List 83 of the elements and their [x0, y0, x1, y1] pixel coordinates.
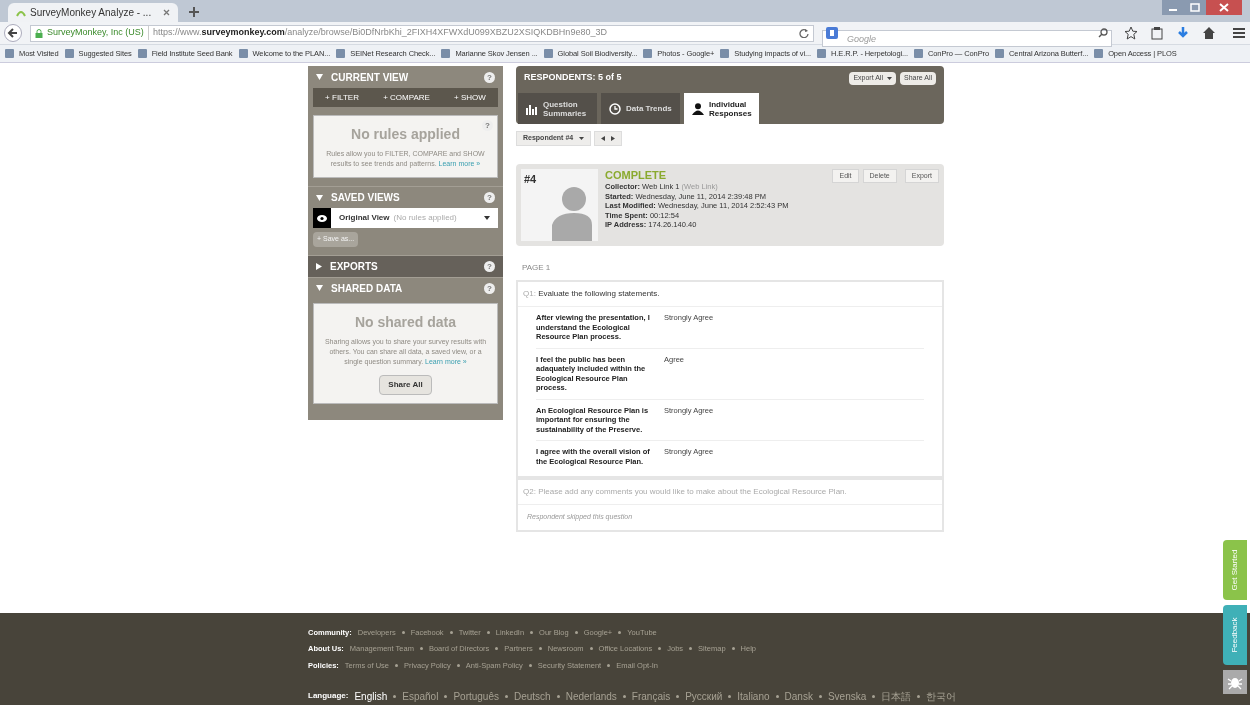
reload-icon[interactable]: [799, 28, 809, 38]
back-icon[interactable]: [4, 24, 22, 42]
view-tab[interactable]: Question Summaries: [518, 93, 597, 124]
search-engine-icon: [826, 26, 838, 39]
help-icon[interactable]: ?: [482, 120, 493, 131]
language-link[interactable]: 한국어: [926, 688, 957, 704]
bookmark-icon: [542, 48, 554, 59]
panel-title: RESPONDENTS: 5 of 5: [524, 71, 623, 85]
section-header[interactable]: EXPORTS ?: [308, 254, 503, 277]
download-icon[interactable]: [1176, 26, 1190, 40]
star-icon[interactable]: [1124, 26, 1138, 40]
bookmark-icon: [994, 48, 1005, 59]
empty-title: No rules applied: [351, 125, 460, 144]
language-link[interactable]: Dansk: [784, 688, 813, 704]
bookmark-icon: [4, 48, 15, 59]
question-title: Q2: Please add any comments you would like to make about the Ecological Resource Plan.: [518, 480, 942, 505]
previous-icon[interactable]: [601, 136, 606, 141]
view-dropdown[interactable]: Original View (No rules applied): [313, 208, 498, 228]
footer-label: Language:: [308, 690, 349, 703]
page-label: PAGE 1: [521, 262, 552, 274]
question-title: Q1: Evaluate the following statements.: [518, 282, 942, 307]
expanded-icon[interactable]: [316, 285, 323, 291]
language-link[interactable]: Deutsch: [514, 688, 551, 704]
search-field[interactable]: Google: [822, 30, 1112, 47]
view-tab[interactable]: Data Trends: [601, 93, 680, 124]
status-text: COMPLETE: [605, 169, 668, 182]
language-link[interactable]: Italiano: [737, 688, 770, 704]
lock-icon: [35, 28, 43, 38]
bookmark-icon: [719, 48, 731, 59]
bookmark-icon: [237, 48, 249, 59]
language-link[interactable]: Français: [631, 688, 671, 704]
side-tab[interactable]: Feedback: [1223, 605, 1247, 665]
help-icon[interactable]: ?: [484, 260, 495, 272]
help-icon[interactable]: ?: [484, 282, 495, 294]
eye-icon: [317, 214, 327, 222]
action-link[interactable]: + COMPARE: [383, 91, 430, 104]
bookmark-icon: [913, 48, 924, 59]
language-link[interactable]: Svenska: [827, 688, 867, 704]
bookmark-icon: [1093, 48, 1105, 59]
side-tab[interactable]: Get Started: [1223, 540, 1247, 600]
home-icon[interactable]: [1202, 26, 1216, 40]
help-icon[interactable]: ?: [484, 71, 495, 83]
share-all-button[interactable]: Share All: [379, 374, 432, 395]
bar-chart-icon: [526, 102, 538, 115]
language-link[interactable]: English: [354, 688, 388, 704]
next-icon[interactable]: [611, 136, 616, 141]
menu-icon[interactable]: [1232, 26, 1246, 40]
logo-icon: [16, 8, 26, 17]
site-identity: SurveyMonkey, Inc (US): [47, 26, 144, 40]
language-link[interactable]: Nederlands: [565, 688, 617, 704]
expanded-icon[interactable]: [316, 194, 323, 201]
view-tab[interactable]: Individual Responses: [684, 93, 759, 124]
action-link[interactable]: + FILTER: [325, 91, 359, 104]
bookmark-icon: [63, 48, 75, 59]
bookmark-icon: [335, 48, 347, 59]
language-link[interactable]: Português: [453, 688, 499, 704]
clock-icon: [609, 102, 621, 115]
action-link[interactable]: + SHOW: [454, 91, 486, 104]
url-text: https://www.surveymonkey.com/analyze/browse/Bi0DfNrbKhi_2FIXH4XFWXdU099XBZU2XSIQKDBHn9e80_3D: [147, 26, 795, 40]
language-link[interactable]: 日本語: [881, 688, 912, 704]
address-bar[interactable]: SurveyMonkey, Inc (US) https://www.surveymonkey.com/analyze/browse/Bi0DfNrbKhi_2FIXH4XFWXdU099XBZU2XSIQKDBHn9e80_3D: [30, 24, 814, 42]
person-icon: [692, 102, 704, 115]
bookmark-icon: [642, 48, 654, 59]
bookmark-icon: [136, 48, 148, 59]
bookmark-icon: [816, 48, 827, 59]
caret-icon: [579, 137, 585, 140]
close-icon[interactable]: [1206, 0, 1242, 15]
view-note: (No rules applied): [393, 212, 458, 224]
empty-title: No shared data: [354, 312, 457, 332]
language-link[interactable]: Español: [402, 688, 439, 704]
browser-tab[interactable]: SurveyMonkey Analyze - ...: [8, 3, 179, 22]
expanded-icon[interactable]: [316, 74, 323, 80]
collapsed-icon[interactable]: [316, 262, 322, 270]
help-icon[interactable]: ?: [484, 192, 495, 203]
close-icon[interactable]: [163, 9, 171, 16]
search-icon[interactable]: [1098, 27, 1108, 38]
language-link[interactable]: Русский: [685, 688, 723, 704]
caret-icon: [886, 76, 892, 80]
bookmark-icon: [440, 48, 452, 59]
caret-icon: [484, 216, 490, 220]
minimize-icon[interactable]: [1162, 0, 1184, 15]
respondent-number: #4: [524, 172, 537, 187]
clipboard-icon[interactable]: [1150, 26, 1164, 40]
